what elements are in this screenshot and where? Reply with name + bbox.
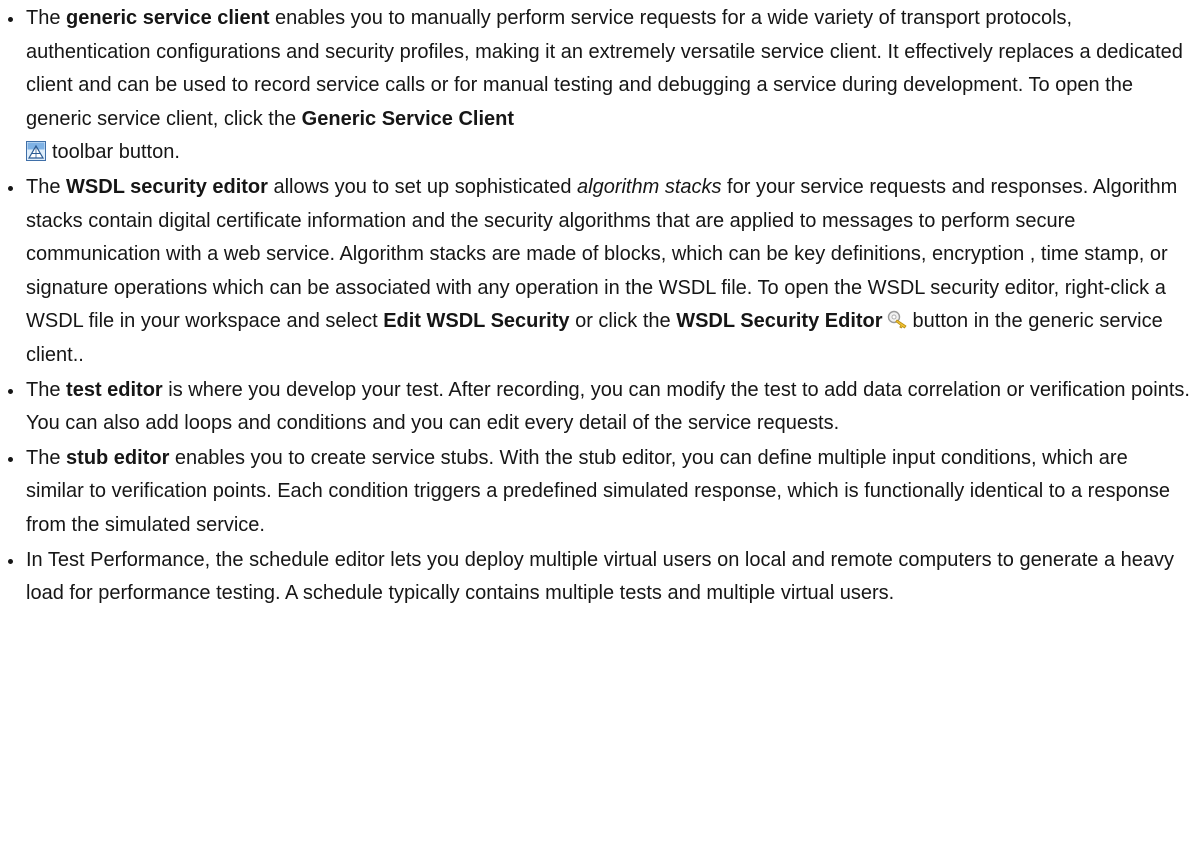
item-text: or click the	[569, 310, 677, 333]
item-text: toolbar button.	[52, 141, 180, 164]
list-item-schedule-editor: In Test Performance, the schedule editor…	[0, 544, 1190, 611]
ui-label-wsdl-security-editor: WSDL Security Editor	[676, 310, 883, 333]
item-text: is where you develop your test. After re…	[26, 378, 1190, 435]
item-text: allows you to set up sophisticated	[267, 175, 577, 198]
item-text: enables you to create service stubs. Wit…	[26, 446, 1170, 536]
ui-label-generic-service-client: Generic Service Client	[301, 107, 514, 130]
item-text: The	[26, 7, 67, 29]
term-wsdl-security-editor: WSDL security editor	[66, 175, 268, 198]
item-text: The	[26, 378, 67, 401]
item-text: In Test Performance, the schedule editor…	[26, 548, 1175, 605]
term-generic-service-client: generic service client	[66, 7, 270, 29]
item-text: The	[26, 175, 67, 198]
key-icon	[887, 308, 907, 329]
document-body: The generic service client enables you t…	[0, 0, 1198, 611]
item-text: The	[26, 446, 67, 469]
term-algorithm-stacks: algorithm stacks	[577, 175, 722, 198]
ui-label-edit-wsdl-security: Edit WSDL Security	[383, 310, 570, 333]
list-item-generic-service-client: The generic service client enables you t…	[0, 2, 1190, 170]
term-stub-editor: stub editor	[66, 446, 170, 469]
feature-list: The generic service client enables you t…	[0, 2, 1190, 611]
generic-service-client-icon	[26, 139, 46, 162]
item-text: for your service requests and responses.…	[26, 175, 1178, 333]
list-item-stub-editor: The stub editor enables you to create se…	[0, 442, 1190, 543]
list-item-wsdl-security-editor: The WSDL security editor allows you to s…	[0, 171, 1190, 373]
term-test-editor: test editor	[66, 378, 163, 401]
list-item-test-editor: The test editor is where you develop you…	[0, 374, 1190, 441]
